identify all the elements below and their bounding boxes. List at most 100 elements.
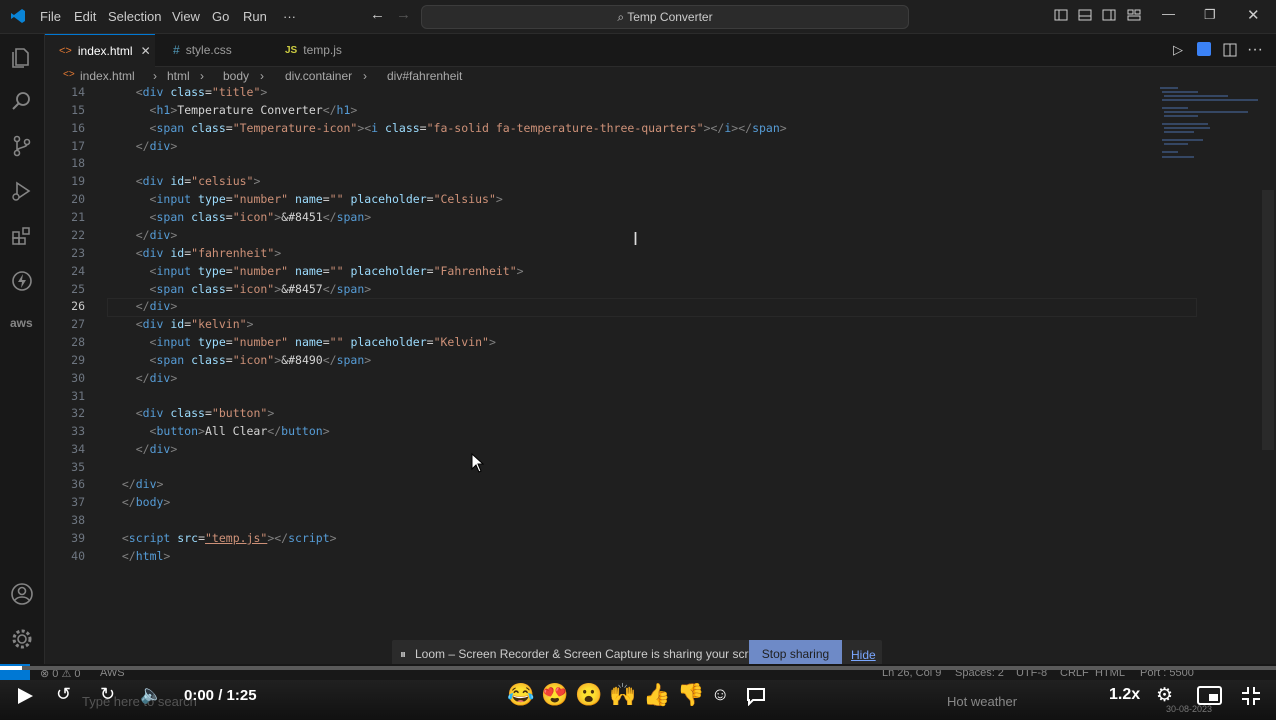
tab-label: index.html <box>77 44 133 58</box>
line-number: 35 <box>71 460 85 474</box>
live-preview-icon[interactable] <box>1197 42 1211 56</box>
minimap[interactable] <box>1158 85 1258 165</box>
video-progress-track[interactable] <box>0 666 1276 670</box>
chevron-right-icon: › <box>200 69 204 83</box>
js-icon: JS <box>285 44 298 56</box>
command-center-search[interactable]: ⌕ Temp Converter <box>421 5 909 29</box>
code-line-23: <div id="fahrenheit"> <box>135 246 282 260</box>
emoji-heart-eyes[interactable]: 😍 <box>541 682 568 708</box>
exit-fullscreen-icon[interactable] <box>1241 686 1261 706</box>
picture-in-picture-icon[interactable] <box>1197 686 1222 705</box>
tab-index-html[interactable]: <> index.html ✕ <box>45 34 155 67</box>
editor-scrollbar[interactable] <box>1262 190 1274 450</box>
code-line-28: <input type="number" name="" placeholder… <box>149 335 496 349</box>
breadcrumb-item[interactable]: body <box>223 69 249 83</box>
css-icon: # <box>173 43 180 57</box>
settings-gear-icon[interactable] <box>9 626 35 652</box>
breadcrumb: <> index.html › html › body › div.contai… <box>45 67 1276 85</box>
back-arrow-icon[interactable]: ← <box>370 6 385 23</box>
volume-icon[interactable]: 🔈 <box>140 684 162 705</box>
menu-selection[interactable]: Selection <box>108 9 161 24</box>
emoji-laugh[interactable]: 😂 <box>507 682 534 708</box>
close-tab-icon[interactable]: ✕ <box>141 44 151 58</box>
pause-icon[interactable]: ⏸ <box>400 647 406 662</box>
line-number: 20 <box>71 192 85 206</box>
play-icon[interactable] <box>15 686 35 706</box>
code-line-29: <span class="icon">&#8490</span> <box>149 353 372 367</box>
menu-view[interactable]: View <box>172 9 200 24</box>
code-line-24: <input type="number" name="" placeholder… <box>149 264 524 278</box>
aws-icon[interactable]: aws <box>10 316 33 330</box>
current-line-highlight <box>107 298 1197 317</box>
breadcrumb-item[interactable]: html <box>167 69 190 83</box>
emoji-raised-hands[interactable]: 🙌 <box>609 682 636 708</box>
toggle-secondary-sidebar-icon[interactable] <box>1102 8 1116 22</box>
restore-icon[interactable]: ❐ <box>1204 7 1216 23</box>
chevron-right-icon: › <box>153 69 157 83</box>
search-icon[interactable] <box>9 88 35 114</box>
menu-file[interactable]: File <box>40 9 61 24</box>
menu-go[interactable]: Go <box>212 9 229 24</box>
vscode-logo-icon <box>11 9 25 23</box>
code-line-14: <div class="title"> <box>135 85 268 99</box>
extensions-icon[interactable] <box>9 223 35 249</box>
title-bar: File Edit Selection View Go Run ··· ← → … <box>0 0 1276 34</box>
line-number: 23 <box>71 246 85 260</box>
menu-more[interactable]: ··· <box>283 9 296 24</box>
line-number: 22 <box>71 228 85 242</box>
line-number: 17 <box>71 139 85 153</box>
more-actions-icon[interactable]: ··· <box>1247 41 1263 59</box>
menu-run[interactable]: Run <box>243 9 267 24</box>
comment-icon[interactable] <box>746 686 766 706</box>
emoji-thumbs-up[interactable]: 👍 <box>643 682 670 708</box>
customize-layout-icon[interactable] <box>1127 8 1141 22</box>
close-window-icon[interactable]: ✕ <box>1247 6 1260 24</box>
line-number: 16 <box>71 121 85 135</box>
rewind-icon[interactable]: ↺ <box>56 684 71 705</box>
code-line-20: <input type="number" name="" placeholder… <box>149 192 503 206</box>
code-line-26: </div> <box>135 299 178 313</box>
tab-temp-js[interactable]: JS temp.js <box>269 34 379 66</box>
toggle-panel-icon[interactable] <box>1078 8 1092 22</box>
emoji-thumbs-down[interactable]: 👎 <box>677 682 704 708</box>
code-editor[interactable]: 14 15 16 17 18 19 20 21 22 23 24 25 26 27 28 29 30 31 32 33… <box>45 85 1276 660</box>
breadcrumb-item[interactable]: div#fahrenheit <box>387 69 462 83</box>
minimize-icon[interactable]: — <box>1162 6 1175 21</box>
settings-icon[interactable]: ⚙ <box>1156 684 1173 707</box>
code-line-27: <div id="kelvin"> <box>135 317 254 331</box>
line-number: 37 <box>71 495 85 509</box>
add-reaction-icon[interactable]: ☺ <box>711 684 729 705</box>
run-code-icon[interactable]: ▷ <box>1173 42 1183 58</box>
code-line-37: </body> <box>121 495 171 509</box>
code-line-30: </div> <box>135 371 178 385</box>
line-number: 30 <box>71 371 85 385</box>
code-line-34: </div> <box>135 442 178 456</box>
code-line-19: <div id="celsius"> <box>135 174 261 188</box>
source-control-icon[interactable] <box>9 133 35 159</box>
emoji-surprised[interactable]: 😮 <box>575 682 602 708</box>
code-line-22: </div> <box>135 228 178 242</box>
line-number: 34 <box>71 442 85 456</box>
playback-speed[interactable]: 1.2x <box>1109 686 1140 704</box>
breadcrumb-item[interactable]: div.container <box>285 69 352 83</box>
explorer-icon[interactable] <box>9 44 35 70</box>
line-number: 24 <box>71 264 85 278</box>
breadcrumb-item[interactable]: index.html <box>80 69 135 83</box>
run-debug-icon[interactable] <box>9 178 35 204</box>
video-time: 0:00 / 1:25 <box>184 687 257 704</box>
account-icon[interactable] <box>9 581 35 607</box>
loom-message: Loom – Screen Recorder & Screen Capture … <box>415 647 772 661</box>
code-line-33: <button>All Clear</button> <box>149 424 330 438</box>
forward-arrow-icon[interactable]: → <box>396 6 411 23</box>
menu-edit[interactable]: Edit <box>74 9 96 24</box>
toggle-primary-sidebar-icon[interactable] <box>1054 8 1068 22</box>
line-number: 39 <box>71 531 85 545</box>
weather-text: Hot weather <box>947 694 1018 709</box>
fast-forward-icon[interactable]: ↻ <box>100 684 115 705</box>
line-number: 18 <box>71 156 85 170</box>
hide-link[interactable]: Hide <box>851 648 876 662</box>
tab-style-css[interactable]: # style.css <box>157 34 267 66</box>
split-editor-icon[interactable] <box>1223 43 1237 57</box>
video-progress-fill <box>0 666 22 670</box>
live-server-icon[interactable] <box>9 268 35 294</box>
